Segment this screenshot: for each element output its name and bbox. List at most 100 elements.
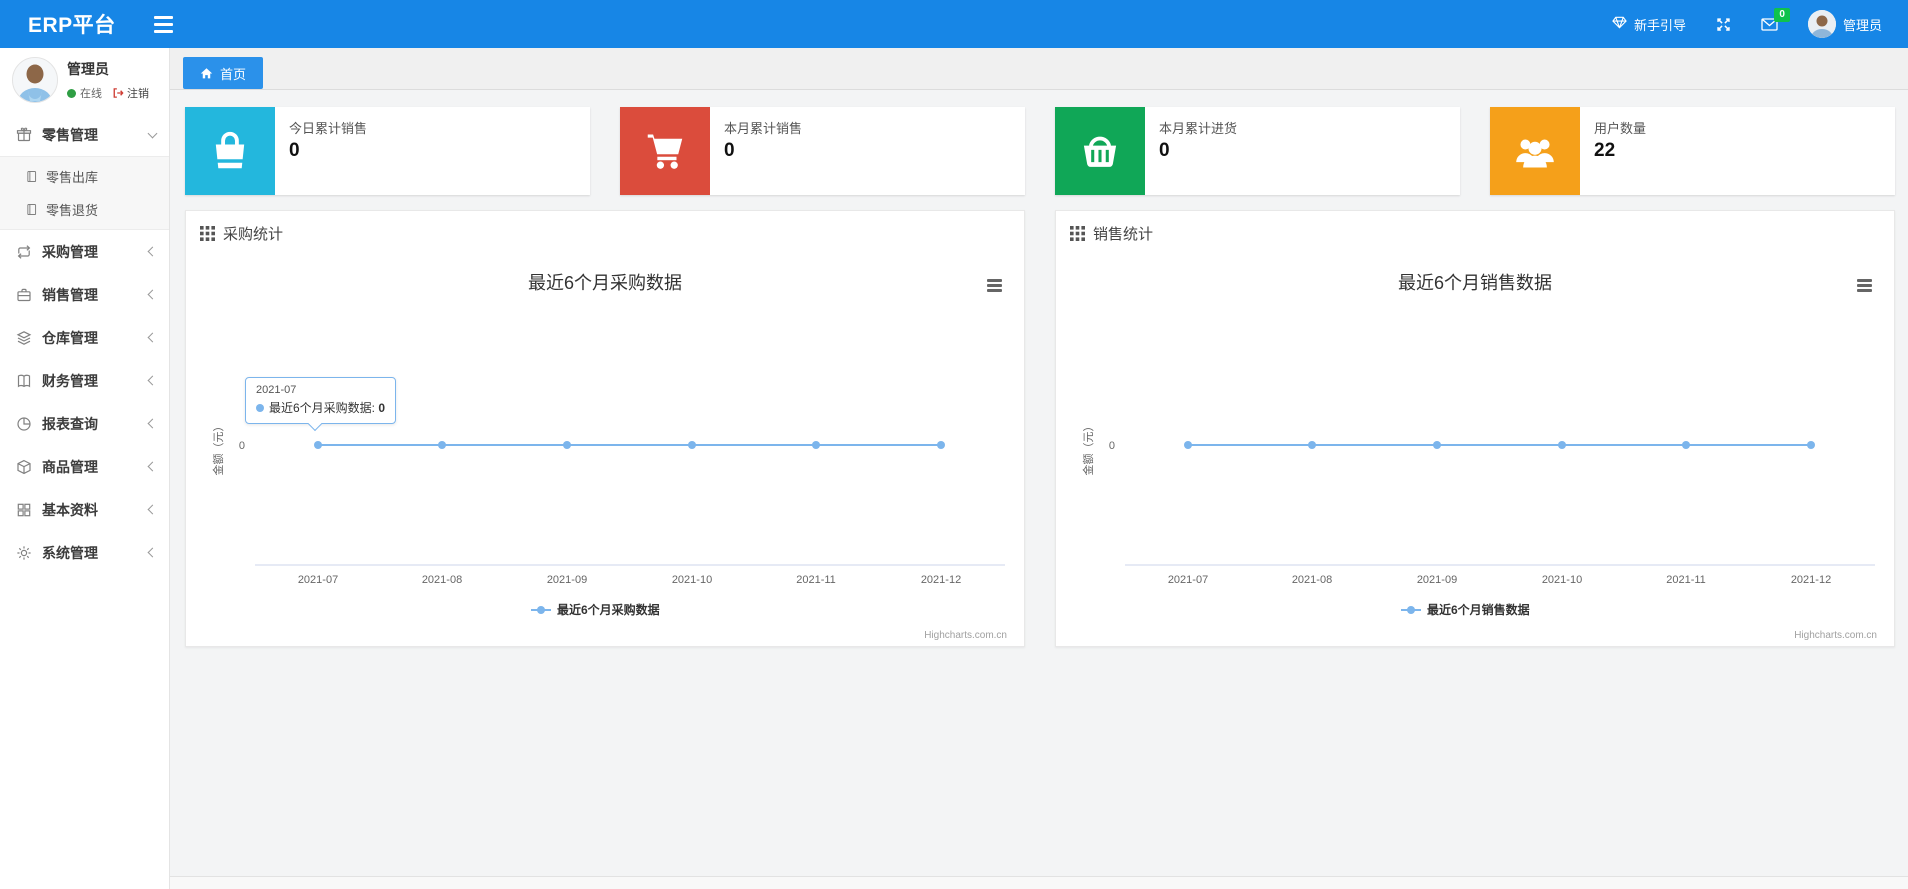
sidebar-item-label: 采购管理 [42, 243, 98, 260]
sidebar-item-warehouse[interactable]: 仓库管理 [0, 316, 169, 359]
stat-value: 0 [724, 140, 735, 161]
stat-card-today-sales: 今日累计销售 0 [185, 107, 590, 195]
tab-label: 首页 [220, 66, 247, 82]
tab-home[interactable]: 首页 [183, 57, 264, 89]
stat-value: 0 [289, 140, 300, 161]
svg-text:最近6个月采购数据: 最近6个月采购数据 [557, 602, 660, 617]
data-point-marker[interactable] [937, 441, 945, 449]
sidebar-item-label: 财务管理 [42, 372, 98, 389]
x-axis-label: 2021-07 [1168, 574, 1208, 586]
panel-purchase-stats: 采购统计 最近6个月采购数据 金额（元） 0 2021-07 2021-08 2… [185, 210, 1025, 647]
sidebar-item-system[interactable]: 系统管理 [0, 531, 169, 574]
x-axis-label: 2021-07 [298, 574, 338, 586]
shopping-cart-icon [620, 107, 710, 195]
fullscreen-button[interactable] [1716, 17, 1731, 32]
x-axis-label: 2021-11 [796, 574, 836, 586]
tab-bar: 首页 [170, 48, 1908, 90]
data-point-marker[interactable] [438, 441, 446, 449]
sidebar-item-finance[interactable]: 财务管理 [0, 359, 169, 402]
data-point-marker[interactable] [563, 441, 571, 449]
briefcase-icon [15, 286, 32, 303]
legend-item[interactable]: 最近6个月采购数据 [531, 602, 660, 617]
chevron-left-icon [147, 504, 158, 515]
tooltip-header: 2021-07 [256, 384, 297, 396]
data-point-marker[interactable] [1807, 441, 1815, 449]
sidebar-item-retail-return[interactable]: 零售退货 [0, 193, 169, 226]
data-point-marker[interactable] [1558, 441, 1566, 449]
data-point-marker[interactable] [1184, 441, 1192, 449]
legend-item[interactable]: 最近6个月销售数据 [1401, 602, 1530, 617]
guide-label: 新手引导 [1633, 17, 1686, 33]
sidebar-item-purchase[interactable]: 采购管理 [0, 230, 169, 273]
horizontal-scrollbar[interactable] [170, 876, 1908, 889]
gift-icon [15, 126, 32, 143]
th-grid-icon [1070, 226, 1085, 241]
main-content: 首页 今日累计销售 0 本月累计销售 0 本月累计进货 0 用户数量 22 采购… [170, 48, 1908, 889]
data-point-marker[interactable] [812, 441, 820, 449]
package-icon [15, 458, 32, 475]
sidebar-item-basic-data[interactable]: 基本资料 [0, 488, 169, 531]
stat-card-month-purchase: 本月累计进货 0 [1055, 107, 1460, 195]
notebook-icon [24, 170, 38, 184]
sidebar-item-label: 系统管理 [42, 544, 98, 561]
sidebar-toggle-icon[interactable] [153, 15, 173, 33]
y-axis-tick: 0 [239, 440, 245, 452]
layers-icon [15, 329, 32, 346]
chart-title: 最近6个月采购数据 [528, 273, 682, 293]
guide-button[interactable]: 新手引导 [1612, 15, 1686, 34]
data-point-marker[interactable] [1308, 441, 1316, 449]
tooltip-series-label: 最近6个月采购数据: [269, 401, 376, 415]
chart-context-menu-button[interactable] [1855, 277, 1874, 294]
shopping-bag-icon [185, 107, 275, 195]
chevron-left-icon [147, 461, 158, 472]
stat-label: 用户数量 [1594, 121, 1647, 136]
sidebar-menu: 零售管理 零售出库 零售退货 采购管理 销售管理 仓库管理 财务管理 报表查询 … [0, 113, 169, 574]
sidebar: 管理员 在线 注销 零售管理 零售出库 零售退货 采购管理 销售管理 仓库管理 … [0, 48, 170, 889]
chevron-left-icon [147, 332, 158, 343]
svg-text:最近6个月销售数据: 最近6个月销售数据 [1427, 602, 1530, 617]
panel-header: 销售统计 [1056, 211, 1894, 253]
home-icon [200, 67, 213, 78]
messages-button[interactable]: 0 [1761, 7, 1790, 32]
data-point-marker[interactable] [314, 441, 322, 449]
user-menu[interactable]: 管理员 [1807, 10, 1882, 38]
x-axis-label: 2021-10 [1542, 574, 1582, 586]
highcharts-credits-link[interactable]: Highcharts.com.cn [924, 630, 1007, 641]
sidebar-item-label: 商品管理 [42, 458, 98, 475]
sidebar-item-label: 报表查询 [42, 415, 98, 432]
fullscreen-icon [1717, 17, 1730, 31]
chart-title: 最近6个月销售数据 [1398, 273, 1552, 293]
chart-panels-row: 采购统计 最近6个月采购数据 金额（元） 0 2021-07 2021-08 2… [185, 210, 1895, 647]
message-count-badge: 0 [1774, 7, 1790, 22]
sidebar-item-retail-outbound[interactable]: 零售出库 [0, 160, 169, 193]
series-dot-icon [256, 404, 264, 412]
sidebar-item-retail[interactable]: 零售管理 [0, 113, 169, 156]
data-point-marker[interactable] [1433, 441, 1441, 449]
stat-value: 0 [1159, 140, 1170, 161]
chart-tooltip: 2021-07 最近6个月采购数据: 0 [245, 377, 397, 432]
sidebar-item-sales[interactable]: 销售管理 [0, 273, 169, 316]
x-axis-label: 2021-08 [1292, 574, 1332, 586]
stat-value: 22 [1594, 140, 1616, 161]
x-axis-label: 2021-08 [422, 574, 462, 586]
sidebar-item-goods[interactable]: 商品管理 [0, 445, 169, 488]
online-status-icon [67, 88, 76, 98]
shopping-basket-icon [1055, 107, 1145, 195]
data-point-marker[interactable] [688, 441, 696, 449]
notebook-icon [24, 203, 38, 217]
stat-card-user-count: 用户数量 22 [1490, 107, 1895, 195]
stat-card-month-sales: 本月累计销售 0 [620, 107, 1025, 195]
sidebar-item-reports[interactable]: 报表查询 [0, 402, 169, 445]
purchase-chart: 最近6个月采购数据 金额（元） 0 2021-07 2021-08 2021-0… [195, 253, 1015, 650]
sidebar-item-label: 零售退货 [46, 203, 99, 218]
sales-chart: 最近6个月销售数据 金额（元） 0 2021-07 2021-08 2021-0… [1065, 253, 1885, 650]
tooltip-value: 0 [378, 401, 386, 415]
y-axis-title: 金额（元） [211, 421, 225, 476]
logout-button[interactable]: 注销 [112, 85, 149, 101]
data-point-marker[interactable] [1682, 441, 1690, 449]
sidebar-item-label: 基本资料 [42, 501, 98, 518]
x-axis-label: 2021-10 [672, 574, 712, 586]
panel-title: 采购统计 [223, 226, 284, 243]
chart-context-menu-button[interactable] [985, 277, 1004, 294]
highcharts-credits-link[interactable]: Highcharts.com.cn [1794, 630, 1877, 641]
